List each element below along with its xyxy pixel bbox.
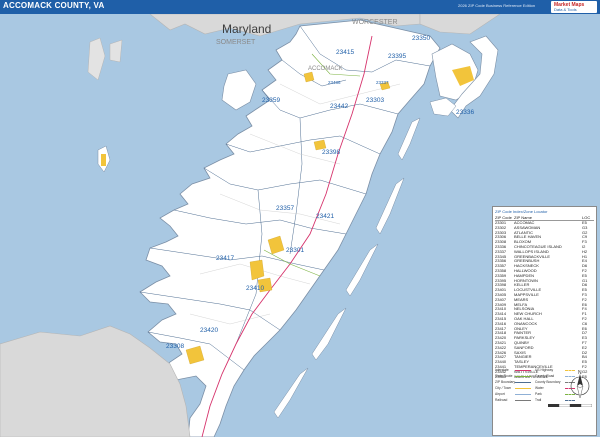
title-bar: ACCOMACK COUNTY, VA 2026 ZIP Code Busine…	[0, 0, 600, 14]
zip-label[interactable]: 23442	[330, 103, 348, 110]
county-label-accomack: ACCOMACK	[308, 66, 343, 72]
zip-label[interactable]: 23486	[328, 80, 341, 85]
page-subtitle: 2026 ZIP Code Business Reference Edition	[458, 3, 536, 8]
zip-label[interactable]: 23420	[200, 327, 218, 334]
scale-bar	[548, 404, 592, 407]
zip-index-legend: ZIP Code Index/Zone Locator ZIP Code ZIP…	[492, 206, 597, 436]
zip-label[interactable]: 23303	[366, 97, 384, 104]
legend-key-symbol	[515, 375, 531, 377]
legend-rows: 23301 ACCOMAC E5 23302 ASSAWOMAN G3 23303 ATLAN…	[495, 220, 594, 379]
logo-subtext: Data & Tools	[554, 7, 577, 12]
zip-label[interactable]: 23395	[388, 53, 406, 60]
zip-label[interactable]: 23417	[216, 255, 234, 262]
zip-label[interactable]: 23301	[286, 247, 304, 254]
zip-label[interactable]: 23308	[166, 343, 184, 350]
zip-label[interactable]: 23350	[412, 35, 430, 42]
county-label-somerset: SOMERSET	[216, 39, 256, 46]
publisher-logo: Market Maps Data & Tools	[551, 1, 597, 13]
compass-label: N	[578, 370, 582, 376]
zip-label[interactable]: 23337	[376, 80, 389, 85]
zip-label[interactable]: 23415	[336, 49, 354, 56]
zip-label[interactable]: 23357	[276, 205, 294, 212]
zip-label[interactable]: 23410	[246, 285, 264, 292]
county-label-worcester: WORCESTER	[352, 19, 398, 26]
zip-label[interactable]: 23359	[262, 97, 280, 104]
legend-key-label: Trail	[535, 398, 542, 402]
zip-label[interactable]: 23421	[316, 213, 334, 220]
compass-icon: N	[570, 370, 590, 399]
legend-key-label: Railroad	[495, 398, 508, 402]
tangier-town	[101, 154, 106, 166]
zip-label[interactable]: 23398	[322, 149, 340, 156]
legend-key-symbol	[515, 399, 531, 401]
legend-key-symbol	[515, 381, 531, 383]
legend-key-symbol	[515, 369, 531, 371]
legend-title: ZIP Code Index/Zone Locator	[495, 209, 548, 214]
page-title: ACCOMACK COUNTY, VA	[3, 1, 105, 10]
legend-key-symbol	[515, 393, 531, 395]
state-label: Maryland	[222, 22, 271, 36]
legend-key-symbol	[515, 387, 531, 389]
map-page: Maryland SOMERSET WORCESTER ACCOMACK 233…	[0, 0, 600, 437]
md-island	[109, 39, 123, 63]
zip-label[interactable]: 23336	[456, 109, 474, 116]
